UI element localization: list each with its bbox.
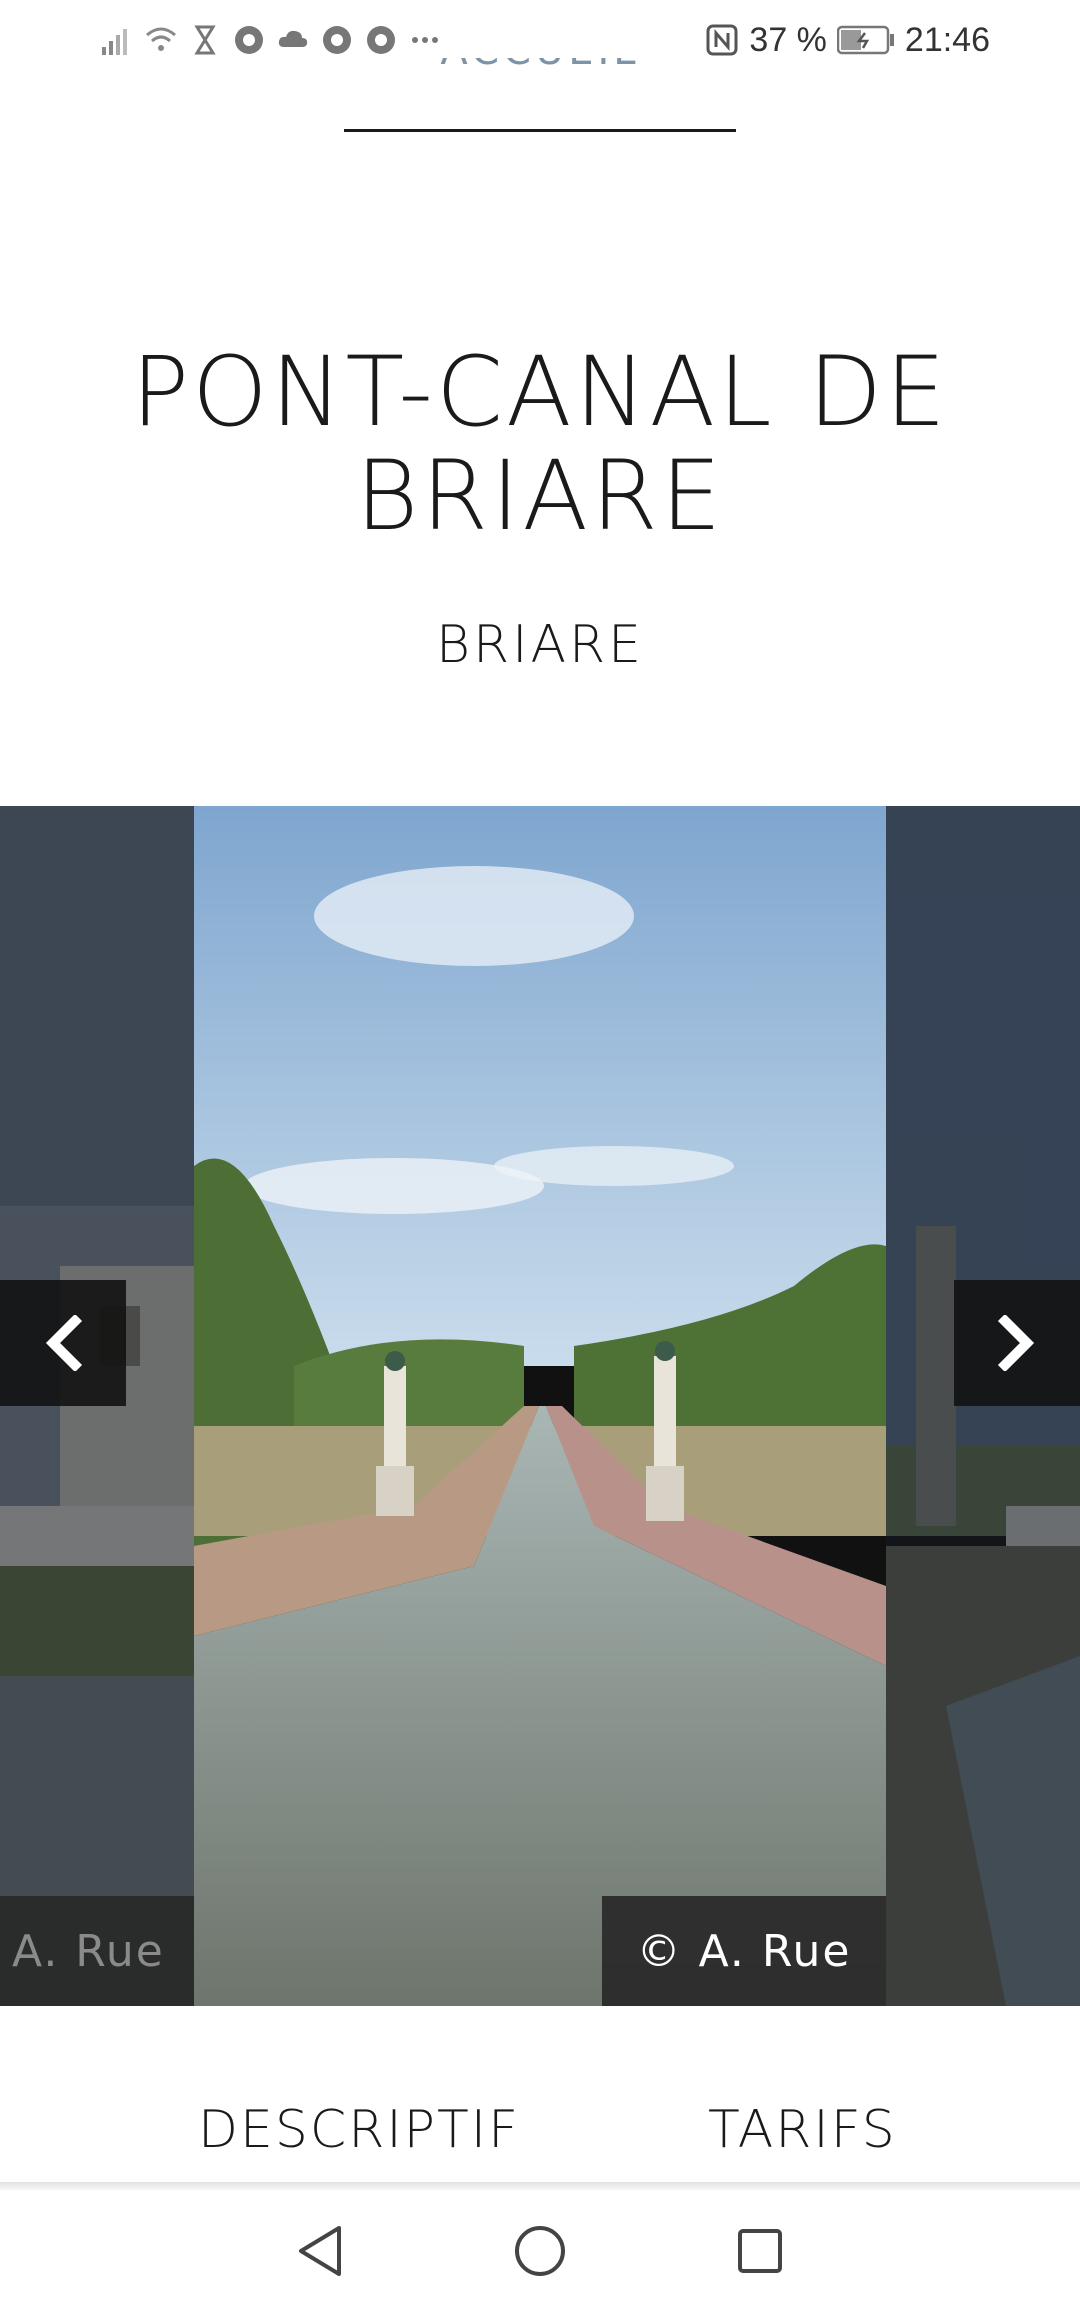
tab-tarifs[interactable]: TARIFS [708, 2100, 897, 2160]
slide-dim-overlay [0, 806, 194, 2006]
chrome-icon [323, 26, 351, 54]
location-label: BRIARE [435, 615, 645, 675]
status-icons-left [100, 23, 442, 57]
nav-item-accueil[interactable]: ACCUEIL [0, 58, 1080, 74]
photo-credit: © A. Rue [602, 1896, 886, 2006]
status-icons-right: 37 % 21:46 [705, 21, 990, 60]
chrome-icon [367, 26, 395, 54]
tabs-divider [0, 2182, 1080, 2190]
top-nav: ACCUEIL [0, 58, 1080, 138]
chevron-right-icon [997, 1315, 1035, 1371]
carousel-slide-current[interactable] [194, 806, 886, 2006]
chevron-left-icon [45, 1315, 83, 1371]
content-tabs: DESCRIPTIF TARIFS [0, 2100, 1080, 2186]
back-button[interactable] [290, 2221, 350, 2281]
clock: 21:46 [904, 20, 990, 59]
photo-credit-previous: A. Rue [0, 1896, 194, 2006]
canal-bridge-photo [194, 806, 886, 2006]
back-icon [299, 2226, 341, 2276]
nfc-icon [706, 24, 738, 56]
page-title: PONT-CANAL DE BRIARE [131, 336, 949, 552]
home-icon [515, 2226, 565, 2276]
signal-icon [102, 29, 127, 55]
carousel-slide-previous[interactable] [0, 806, 194, 2006]
cloud-icon [278, 30, 308, 47]
hourglass-icon [194, 25, 216, 55]
battery-percent: 37 % [749, 20, 827, 59]
home-button[interactable] [510, 2221, 570, 2281]
carousel-slide-next[interactable] [886, 806, 1080, 2006]
tab-descriptif[interactable]: DESCRIPTIF [198, 2100, 520, 2160]
carousel-prev-button[interactable] [0, 1280, 126, 1406]
chrome-icon [235, 26, 263, 54]
more-icon [412, 37, 438, 43]
battery-icon [836, 25, 894, 55]
recents-icon [738, 2229, 782, 2273]
photo-carousel[interactable]: A. Rue © A. Rue [0, 806, 1080, 2006]
nav-active-underline [344, 129, 736, 132]
recents-button[interactable] [730, 2221, 790, 2281]
system-nav-bar [0, 2190, 1080, 2312]
slide-dim-overlay [886, 806, 1080, 2006]
carousel-next-button[interactable] [954, 1280, 1080, 1406]
wifi-icon [146, 27, 176, 51]
